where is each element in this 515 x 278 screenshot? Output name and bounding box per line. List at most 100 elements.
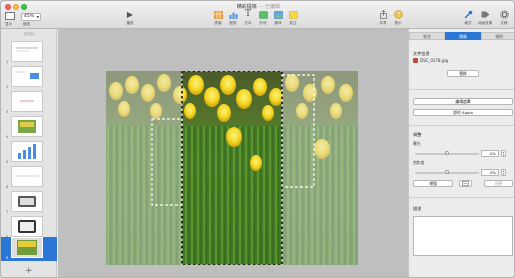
chart-button[interactable]: 图表 xyxy=(225,10,241,26)
slide-preview xyxy=(11,216,43,237)
tab-image[interactable]: 图像 xyxy=(445,32,481,40)
replace-button[interactable]: 替换 xyxy=(447,70,479,77)
comment-icon xyxy=(288,10,298,19)
slide-thumb-4[interactable]: 4 xyxy=(1,116,57,140)
slide-preview xyxy=(11,116,43,137)
tips-button[interactable]: ? 提示 xyxy=(390,10,406,26)
file-name: DSC_0278.jpg xyxy=(420,58,449,63)
slide-preview xyxy=(11,91,43,112)
comment-label: 批注 xyxy=(289,21,297,25)
slide-thumb-7[interactable]: 7 xyxy=(1,191,57,215)
slide-preview xyxy=(11,141,43,162)
view-menu-icon[interactable] xyxy=(5,12,15,20)
slide-thumb-1[interactable]: 1 xyxy=(1,41,57,65)
slide-number: 3 xyxy=(6,110,9,114)
divider xyxy=(409,125,514,126)
zoom-value: 45% xyxy=(24,14,35,19)
inspector-panel: 样式 图像 排列 文件信息 DSC_0278.jpg 替换 编辑遮罩 即时 Al… xyxy=(408,29,514,277)
saturation-stepper[interactable]: ▴ ▾ xyxy=(501,169,506,176)
slide-thumb-9[interactable]: 9 xyxy=(1,237,57,261)
add-slide-button[interactable]: + xyxy=(25,267,33,276)
saturation-field[interactable]: 0% xyxy=(481,169,499,176)
divider xyxy=(409,197,514,198)
slide-navigator: 幻灯片 1 2 3 4 5 6 7 8 xyxy=(1,29,57,277)
edit-mask-button[interactable]: 编辑遮罩 xyxy=(413,98,513,105)
format-button[interactable]: 格式 xyxy=(460,10,476,26)
share-label: 共享 xyxy=(379,21,387,25)
toolbar: 精彩提炼 — 已编辑 显示 45% ▼ 缩放 ▶ 播放 表格 图表 T 文本 形状 xyxy=(1,1,514,29)
tips-icon: ? xyxy=(393,10,403,19)
view-menu-label: 显示 xyxy=(5,22,13,26)
table-label: 表格 xyxy=(214,21,222,25)
saturation-slider[interactable] xyxy=(415,170,479,174)
reset-button[interactable]: 还原 xyxy=(484,180,513,187)
adjust-heading: 调整 xyxy=(413,132,422,137)
slide-thumb-5[interactable]: 5 xyxy=(1,141,57,165)
table-button[interactable]: 表格 xyxy=(210,10,226,26)
chevron-down-icon: ▼ xyxy=(36,15,39,19)
slide-thumb-3[interactable]: 3 xyxy=(1,91,57,115)
play-label: 播放 xyxy=(126,21,134,25)
media-button[interactable]: 媒体 xyxy=(270,10,286,26)
exposure-knob[interactable] xyxy=(445,151,449,155)
instant-alpha-button[interactable]: 即时 Alpha xyxy=(413,109,513,116)
animate-label: 动画效果 xyxy=(477,21,493,25)
enhance-button[interactable]: 增强 xyxy=(413,180,453,187)
document-icon xyxy=(499,10,509,19)
slide-number: 5 xyxy=(6,160,9,164)
slide-preview xyxy=(11,66,43,87)
text-label: 文本 xyxy=(244,21,252,25)
adjust-image-button[interactable] xyxy=(459,180,472,187)
inspector-tabs: 样式 图像 排列 xyxy=(409,32,514,40)
description-textarea[interactable] xyxy=(413,216,513,256)
slide-thumb-6[interactable]: 6 xyxy=(1,166,57,190)
format-icon xyxy=(464,10,473,19)
image-file-icon xyxy=(413,58,418,63)
document-label: 文稿 xyxy=(500,21,508,25)
exposure-slider[interactable] xyxy=(415,151,479,155)
slide-number: 9 xyxy=(6,256,9,260)
description-heading: 描述 xyxy=(413,206,422,211)
zoom-label: 缩放 xyxy=(23,22,31,26)
media-label: 媒体 xyxy=(274,21,282,25)
saturation-knob[interactable] xyxy=(445,170,449,174)
exposure-field[interactable]: 0% xyxy=(481,150,499,157)
exposure-stepper[interactable]: ▴ ▾ xyxy=(501,150,506,157)
file-info-heading: 文件信息 xyxy=(413,51,430,56)
tulip-image[interactable] xyxy=(106,71,358,265)
share-icon xyxy=(379,10,388,19)
zoom-select[interactable]: 45% ▼ xyxy=(21,13,41,21)
exposure-label: 曝光 xyxy=(413,141,421,146)
slide-number: 1 xyxy=(6,60,9,64)
slide-number: 7 xyxy=(6,210,9,214)
tab-arrange[interactable]: 排列 xyxy=(481,32,514,40)
slide-number: 4 xyxy=(6,135,9,139)
text-button[interactable]: T 文本 xyxy=(240,10,256,26)
file-info: DSC_0278.jpg xyxy=(413,58,448,63)
text-icon: T xyxy=(244,9,251,19)
animate-icon xyxy=(481,10,490,19)
play-button[interactable]: ▶ 播放 xyxy=(122,10,138,26)
format-label: 格式 xyxy=(464,21,472,25)
slide-preview xyxy=(11,41,43,62)
navigator-title: 幻灯片 xyxy=(23,32,35,36)
svg-text:?: ? xyxy=(396,12,399,19)
comment-button[interactable]: 批注 xyxy=(285,10,301,26)
adjust-image-icon xyxy=(462,181,469,186)
slide-thumb-2[interactable]: 2 xyxy=(1,66,57,90)
media-icon xyxy=(273,10,283,19)
chart-icon xyxy=(229,10,238,19)
slide-preview xyxy=(11,191,43,212)
window-title: 精彩提炼 — 已编辑 xyxy=(1,3,514,10)
shape-button[interactable]: 形状 xyxy=(255,10,271,26)
share-button[interactable]: 共享 xyxy=(375,10,391,26)
animate-button[interactable]: 动画效果 xyxy=(477,10,493,26)
chart-label: 图表 xyxy=(229,21,237,25)
slide-preview xyxy=(11,166,43,187)
tab-style[interactable]: 样式 xyxy=(409,32,445,40)
document-button[interactable]: 文稿 xyxy=(496,10,512,26)
divider xyxy=(409,89,514,90)
slide-number: 6 xyxy=(6,185,9,189)
slide-preview xyxy=(11,237,43,258)
slide-canvas xyxy=(58,29,408,277)
